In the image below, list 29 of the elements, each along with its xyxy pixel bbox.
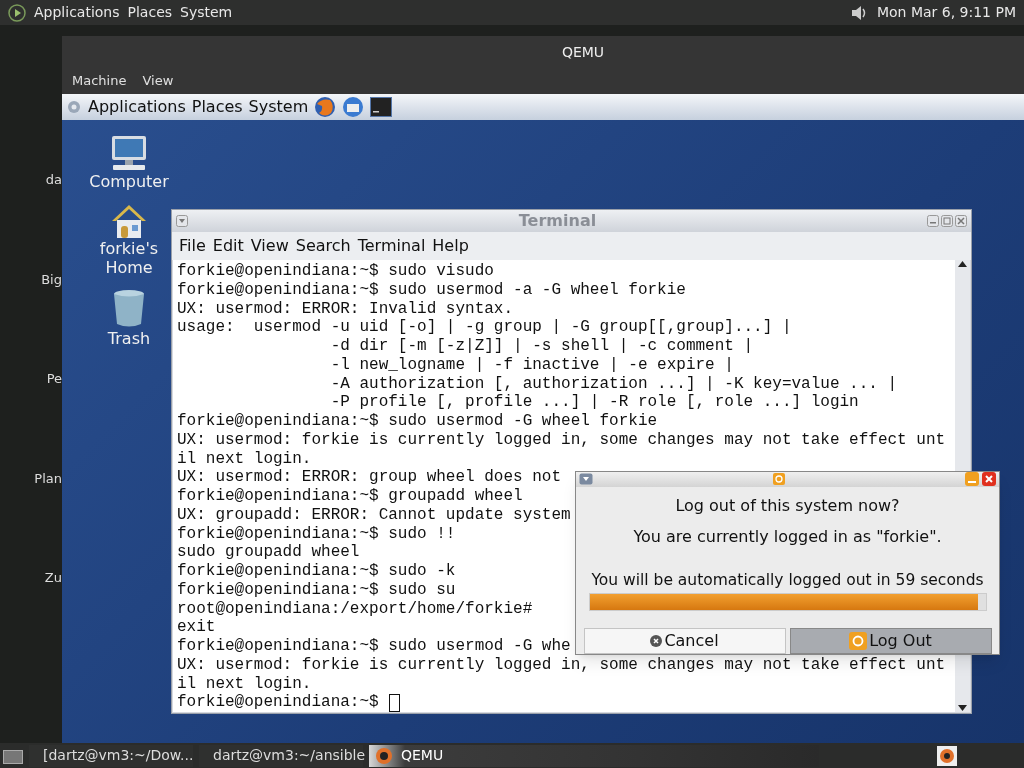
terminal-line: root@openindiana:/export/home/forkie# xyxy=(177,599,533,619)
terminal-line: forkie@openindiana:~$ sudo !! xyxy=(177,524,456,544)
terminal-line: forkie@openindiana:~$ sudo usermod -G wheel forkie xyxy=(177,412,658,431)
terminal-line: forkie@openindiana:~$ sudo -k xyxy=(177,562,456,581)
terminal-line: forkie@openindiana:~$ sudo usermod -a -G wheel forkie xyxy=(177,280,686,300)
window-title: QEMU xyxy=(561,42,605,62)
window-title: Terminal xyxy=(517,210,598,232)
terminal-line: UX: usermod: ERROR: Invalid syntax. xyxy=(177,299,514,319)
terminal-line: usage: usermod -u uid [-o] | -g group | -G group[[,group]...] | xyxy=(177,318,792,337)
countdown-text: You will be automatically logged out in 59 seconds xyxy=(591,569,984,591)
terminal-line: -l new_logname | -f inactive | -e expire | xyxy=(329,355,734,375)
terminal-line: forkie@openindiana:~$ sudo usermod -G whe xyxy=(177,637,571,656)
terminal-line: UX: usermod: forkie is currently logged in, some changes may not take effect unt xyxy=(177,655,946,675)
terminal-line: il next login. xyxy=(177,674,312,694)
terminal-line: forkie@openindiana:~$ sudo visudo xyxy=(177,262,494,281)
terminal-line: forkie@openindiana:~$ sudo su xyxy=(177,580,456,600)
dialog-heading: Log out of this system now? xyxy=(675,494,900,517)
terminal-line: forkie@openindiana:~$ groupadd wheel xyxy=(177,487,523,506)
terminal-line: sudo groupadd wheel xyxy=(177,543,360,562)
dialog-message: You are currently logged in as "forkie". xyxy=(633,525,942,548)
terminal-line: -A authorization [, authorization ...] | -K key=value ... | xyxy=(329,374,898,394)
terminal-line: forkie@openindiana:~$ xyxy=(177,693,379,712)
terminal-line: UX: groupadd: ERROR: Cannot update system xyxy=(177,505,571,525)
terminal-line: il next login. xyxy=(177,449,312,469)
terminal-line: -d dir [-m [-z|Z]] | -s shell | -c comment | xyxy=(329,337,754,356)
terminal-line: -P profile [, profile ...] | -R role [, role ...] login xyxy=(329,393,859,412)
terminal-line: exit xyxy=(177,618,216,637)
terminal-line: UX: usermod: ERROR: group wheel does not xyxy=(177,468,562,487)
terminal-line: UX: usermod: forkie is currently logged in, some changes may not take effect unt xyxy=(177,430,946,450)
